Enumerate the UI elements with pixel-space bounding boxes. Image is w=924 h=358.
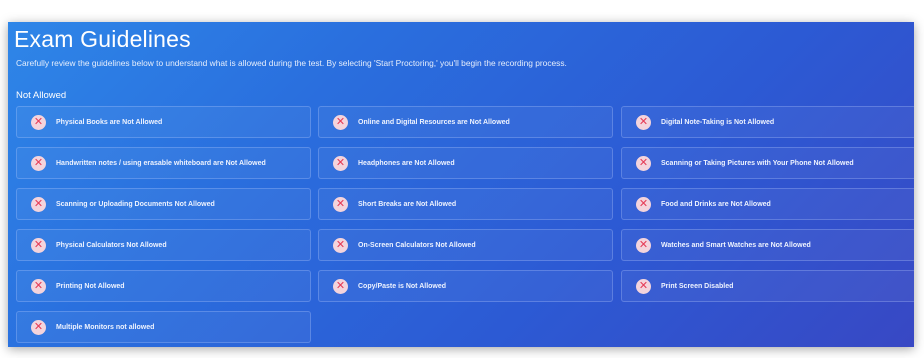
- close-x-icon: ✕: [31, 196, 46, 212]
- rule-label: Scanning or Taking Pictures with Your Ph…: [661, 159, 854, 167]
- rule-card: ✕ Headphones are Not Allowed: [318, 147, 613, 179]
- close-x-icon: ✕: [31, 155, 46, 171]
- close-x-icon: ✕: [333, 196, 348, 212]
- section-title-not-allowed: Not Allowed: [16, 90, 67, 101]
- close-x-icon: ✕: [31, 114, 46, 130]
- close-x-icon: ✕: [333, 114, 348, 130]
- rule-card: ✕ Physical Calculators Not Allowed: [16, 229, 311, 261]
- close-x-icon: ✕: [333, 278, 348, 294]
- rule-label: Physical Books are Not Allowed: [56, 118, 163, 126]
- rule-card: ✕ Food and Drinks are Not Allowed: [621, 188, 914, 220]
- close-x-icon: ✕: [636, 278, 651, 294]
- rule-card: ✕ Multiple Monitors not allowed: [16, 311, 311, 343]
- close-x-icon: ✕: [636, 196, 651, 212]
- rule-card: ✕ Handwritten notes / using erasable whi…: [16, 147, 311, 179]
- rule-card: ✕ Short Breaks are Not Allowed: [318, 188, 613, 220]
- rule-card: ✕ On-Screen Calculators Not Allowed: [318, 229, 613, 261]
- rule-label: Print Screen Disabled: [661, 282, 734, 290]
- rule-card: ✕ Online and Digital Resources are Not A…: [318, 106, 613, 138]
- rule-card: ✕ Digital Note-Taking is Not Allowed: [621, 106, 914, 138]
- rule-card: ✕ Printing Not Allowed: [16, 270, 311, 302]
- rule-card: ✕ Scanning or Taking Pictures with Your …: [621, 147, 914, 179]
- close-x-icon: ✕: [31, 278, 46, 294]
- rule-label: Scanning or Uploading Documents Not Allo…: [56, 200, 215, 208]
- close-x-icon: ✕: [31, 237, 46, 253]
- close-x-icon: ✕: [636, 155, 651, 171]
- close-x-icon: ✕: [636, 114, 651, 130]
- rule-card: ✕ Copy/Paste is Not Allowed: [318, 270, 613, 302]
- close-x-icon: ✕: [333, 237, 348, 253]
- close-x-icon: ✕: [31, 319, 46, 335]
- rule-label: On-Screen Calculators Not Allowed: [358, 241, 476, 249]
- rule-label: Copy/Paste is Not Allowed: [358, 282, 447, 290]
- rule-label: Multiple Monitors not allowed: [56, 323, 155, 331]
- close-x-icon: ✕: [636, 237, 651, 253]
- rule-label: Short Breaks are Not Allowed: [358, 200, 457, 208]
- close-x-icon: ✕: [333, 155, 348, 171]
- rule-label: Digital Note-Taking is Not Allowed: [661, 118, 775, 126]
- rule-label: Watches and Smart Watches are Not Allowe…: [661, 241, 811, 249]
- rule-label: Online and Digital Resources are Not All…: [358, 118, 510, 126]
- rule-card: ✕ Physical Books are Not Allowed: [16, 106, 311, 138]
- page-subtitle: Carefully review the guidelines below to…: [16, 58, 567, 68]
- rule-label: Handwritten notes / using erasable white…: [56, 159, 266, 167]
- exam-guidelines-panel: Exam Guidelines Carefully review the gui…: [8, 22, 914, 347]
- rule-card: ✕ Watches and Smart Watches are Not Allo…: [621, 229, 914, 261]
- rule-label: Food and Drinks are Not Allowed: [661, 200, 771, 208]
- page-title: Exam Guidelines: [14, 26, 191, 52]
- rule-card: ✕ Scanning or Uploading Documents Not Al…: [16, 188, 311, 220]
- rule-label: Headphones are Not Allowed: [358, 159, 455, 167]
- rule-card: ✕ Print Screen Disabled: [621, 270, 914, 302]
- rule-label: Printing Not Allowed: [56, 282, 125, 290]
- rule-label: Physical Calculators Not Allowed: [56, 241, 167, 249]
